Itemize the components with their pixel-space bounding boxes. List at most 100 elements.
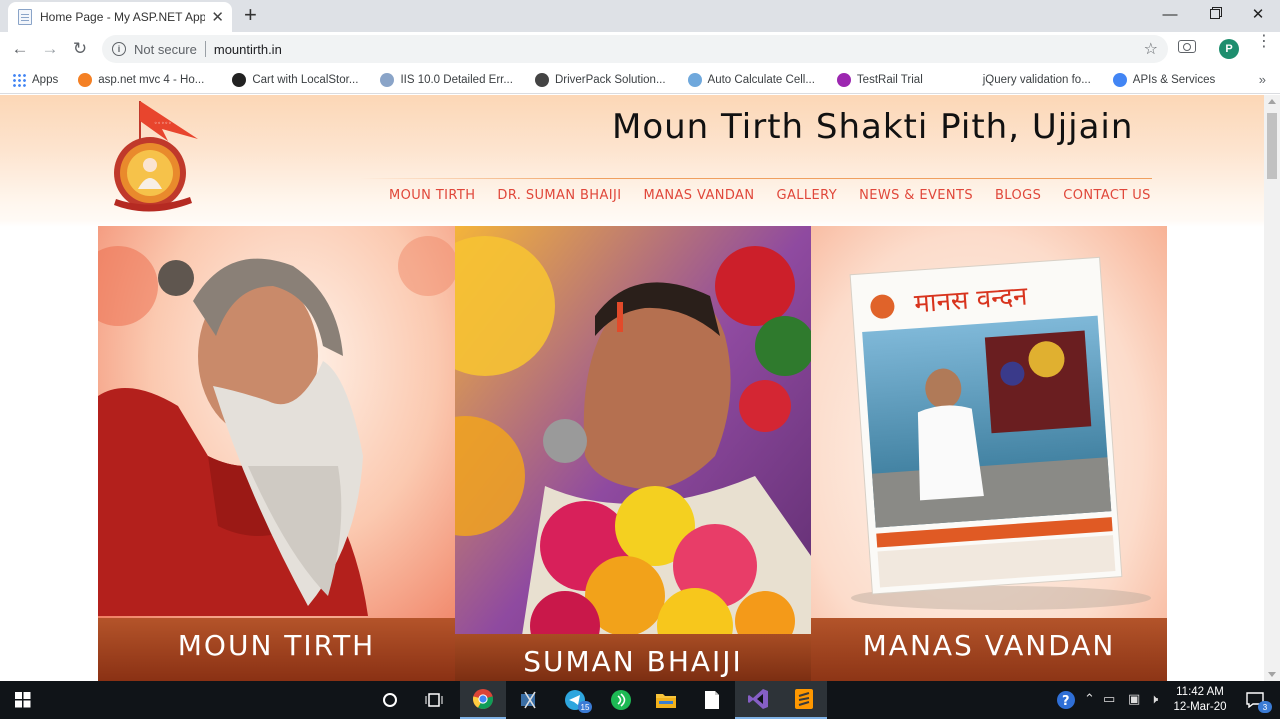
nav-news-events[interactable]: NEWS & EVENTS bbox=[859, 188, 973, 203]
page-scrollbar[interactable] bbox=[1264, 95, 1280, 681]
bookmark-label: Auto Calculate Cell... bbox=[707, 73, 815, 86]
bookmark-item[interactable]: TestRail Trial bbox=[836, 72, 923, 87]
nav-gallery[interactable]: GALLERY bbox=[776, 188, 837, 203]
window-close-button[interactable]: ✕ bbox=[1236, 0, 1280, 28]
manas-vandan-card[interactable]: मानस वन्दन MANAS VANDAN bbox=[811, 226, 1167, 681]
page-icon bbox=[380, 72, 395, 87]
nav-dr-suman-bhaiji[interactable]: DR. SUMAN BHAIJI bbox=[497, 188, 621, 203]
tab-strip: Home Page - My ASP.NET Applic ✕ + — ✕ bbox=[0, 0, 1280, 32]
taskbar-sublime-text[interactable] bbox=[781, 681, 827, 719]
network-icon[interactable]: ▭ bbox=[1103, 691, 1115, 707]
action-center-button[interactable]: 3 bbox=[1232, 681, 1278, 719]
notification-badge: 3 bbox=[1258, 701, 1272, 713]
title-divider bbox=[360, 178, 1152, 179]
nav-blogs[interactable]: BLOGS bbox=[995, 188, 1041, 203]
clock-time: 11:42 AM bbox=[1176, 686, 1224, 698]
new-tab-button[interactable]: + bbox=[244, 4, 257, 26]
suman-bhaiji-label: SUMAN BHAIJI bbox=[523, 645, 743, 678]
driverpack-icon bbox=[534, 72, 549, 87]
camera-icon[interactable] bbox=[1178, 40, 1196, 53]
task-view-button[interactable] bbox=[411, 681, 457, 719]
tab-close-icon[interactable]: ✕ bbox=[211, 10, 224, 25]
windows-logo-icon bbox=[15, 692, 31, 708]
bookmark-item[interactable]: APIs & Services bbox=[1112, 72, 1215, 87]
back-button[interactable]: ← bbox=[8, 37, 32, 61]
restore-button[interactable] bbox=[1193, 0, 1237, 28]
bookmark-label: Apps bbox=[32, 73, 59, 86]
forward-button[interactable]: → bbox=[38, 37, 62, 61]
tab-title: Home Page - My ASP.NET Applic bbox=[40, 10, 206, 24]
taskbar-telegram[interactable]: 15 bbox=[552, 681, 598, 719]
chrome-icon bbox=[472, 689, 494, 710]
suman-bhaiji-image bbox=[455, 226, 811, 681]
clock[interactable]: 11:42 AM 12-Mar-20 bbox=[1170, 685, 1230, 715]
scroll-up-icon[interactable] bbox=[1268, 99, 1276, 104]
moun-tirth-label: MOUN TIRTH bbox=[177, 629, 376, 662]
bookmark-item[interactable]: asp.net mvc 4 - Ho... bbox=[78, 72, 205, 87]
bookmark-item[interactable]: Auto Calculate Cell... bbox=[687, 72, 815, 87]
nav-contact-us[interactable]: CONTACT US bbox=[1063, 188, 1151, 203]
doc-icon bbox=[687, 72, 702, 87]
site-logo[interactable]: ◦◦◦◦◦ bbox=[110, 97, 202, 215]
start-button[interactable] bbox=[0, 681, 46, 719]
taskbar-file-explorer[interactable] bbox=[643, 681, 689, 719]
menu-icon[interactable]: ⋮ bbox=[1256, 34, 1272, 50]
moun-tirth-image bbox=[98, 226, 455, 681]
moun-tirth-card[interactable]: MOUN TIRTH bbox=[98, 226, 455, 681]
bookmark-label: jQuery validation fo... bbox=[982, 73, 1091, 86]
battery-icon[interactable]: ▣ bbox=[1128, 691, 1140, 707]
site-info-icon[interactable]: i bbox=[112, 42, 126, 56]
site-title: Moun Tirth Shakti Pith, Ujjain bbox=[612, 107, 1134, 147]
volume-muted-icon[interactable]: 🕨 bbox=[1150, 691, 1158, 707]
bookmark-star-icon[interactable]: ☆ bbox=[1144, 39, 1158, 59]
minimize-button[interactable]: — bbox=[1148, 0, 1192, 28]
main-navigation: MOUN TIRTH DR. SUMAN BHAIJI MANAS VANDAN… bbox=[389, 188, 1173, 203]
blank-icon bbox=[963, 73, 977, 87]
taskbar-notepad[interactable] bbox=[689, 681, 735, 719]
visual-studio-icon bbox=[748, 689, 768, 709]
taskbar-chrome[interactable] bbox=[460, 681, 506, 719]
svg-text:◦◦◦◦◦: ◦◦◦◦◦ bbox=[154, 120, 172, 127]
taskbar-audio-app[interactable] bbox=[598, 681, 644, 719]
bookmarks-bar: Apps asp.net mvc 4 - Ho... Cart with Local… bbox=[0, 66, 1280, 94]
page-favicon-icon bbox=[18, 9, 32, 25]
reload-button[interactable]: ↻ bbox=[68, 37, 92, 61]
profile-avatar[interactable]: P bbox=[1219, 39, 1239, 59]
help-icon: ? bbox=[1057, 691, 1075, 709]
url-text[interactable]: mountirth.in bbox=[214, 42, 282, 57]
browser-tab[interactable]: Home Page - My ASP.NET Applic ✕ bbox=[8, 2, 232, 32]
help-tray-button[interactable]: ? bbox=[1052, 681, 1080, 719]
bookmark-label: TestRail Trial bbox=[856, 73, 923, 86]
scroll-thumb[interactable] bbox=[1267, 113, 1277, 179]
show-hidden-icons-chevron-icon[interactable]: ⌃ bbox=[1084, 691, 1095, 707]
telegram-badge: 15 bbox=[578, 701, 592, 713]
bookmark-label: Cart with LocalStor... bbox=[252, 73, 359, 86]
apps-grid-icon bbox=[12, 72, 26, 87]
nav-manas-vandan[interactable]: MANAS VANDAN bbox=[643, 188, 754, 203]
suman-bhaiji-card[interactable]: SUMAN BHAIJI bbox=[455, 226, 811, 681]
bookmarks-overflow-icon[interactable]: » bbox=[1259, 72, 1266, 87]
task-view-icon bbox=[425, 693, 443, 707]
cortana-button[interactable] bbox=[367, 681, 413, 719]
security-status: Not secure bbox=[134, 41, 197, 57]
taskbar-snipping-tool[interactable] bbox=[506, 681, 552, 719]
address-divider bbox=[204, 41, 206, 57]
nav-moun-tirth[interactable]: MOUN TIRTH bbox=[389, 188, 475, 203]
svg-text:?: ? bbox=[1062, 694, 1070, 709]
scroll-down-icon[interactable] bbox=[1268, 672, 1276, 677]
bookmark-item[interactable]: Cart with LocalStor... bbox=[232, 72, 359, 87]
bookmark-label: DriverPack Solution... bbox=[554, 73, 666, 86]
manas-vandan-image: मानस वन्दन bbox=[811, 226, 1167, 681]
bookmark-label: asp.net mvc 4 - Ho... bbox=[98, 73, 205, 86]
taskbar-visual-studio[interactable] bbox=[735, 681, 781, 719]
windows-taskbar: 15 ? ⌃ ▭ ▣ 🕨 11:42 AM 12-Mar-20 3 bbox=[0, 681, 1280, 719]
bookmark-item[interactable]: jQuery validation fo... bbox=[963, 73, 1091, 87]
file-explorer-icon bbox=[656, 694, 676, 708]
sublime-text-icon bbox=[795, 689, 813, 709]
codepen-icon bbox=[232, 72, 247, 87]
bookmark-item[interactable]: Apps bbox=[12, 72, 59, 87]
bookmark-label: IIS 10.0 Detailed Err... bbox=[400, 73, 513, 86]
bookmark-item[interactable]: IIS 10.0 Detailed Err... bbox=[380, 72, 513, 87]
bookmark-item[interactable]: DriverPack Solution... bbox=[534, 72, 666, 87]
address-bar[interactable]: i Not secure mountirth.in ☆ bbox=[102, 35, 1168, 63]
